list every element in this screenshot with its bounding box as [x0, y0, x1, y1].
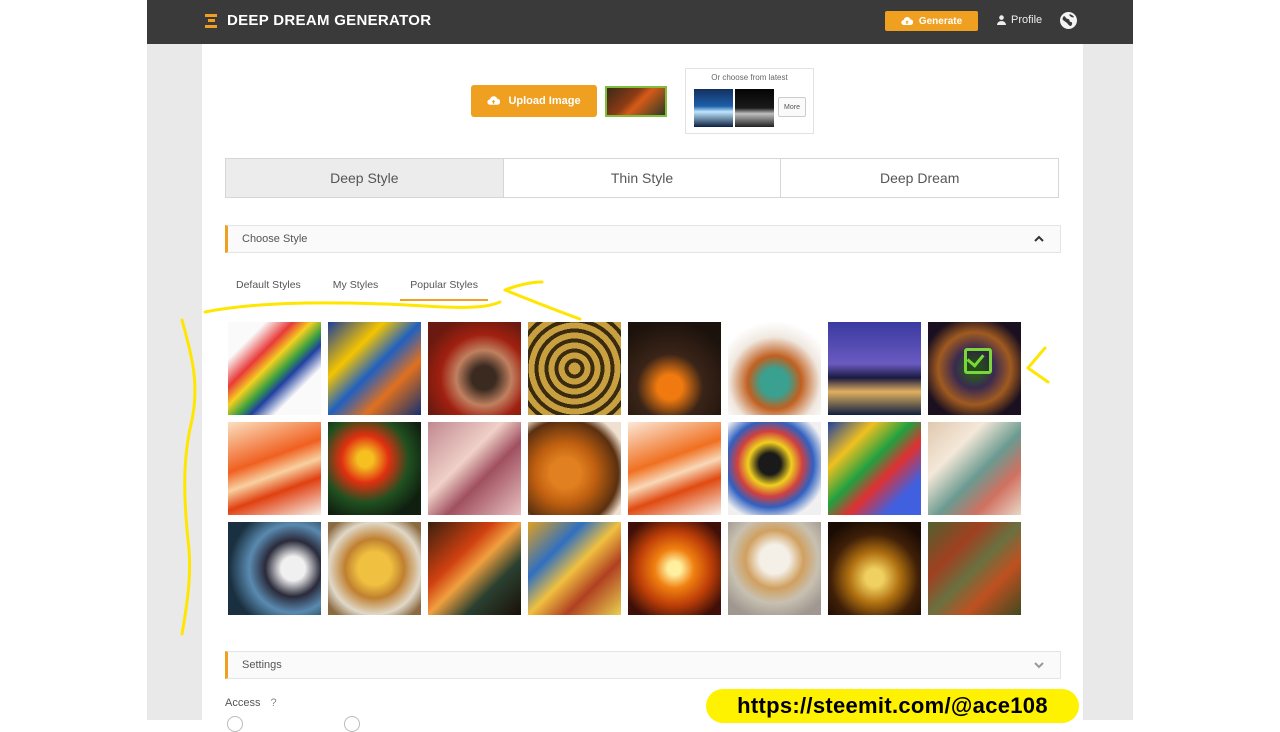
- access-setting: Access ?: [225, 697, 277, 709]
- watermark-url: https://steemit.com/@ace108: [706, 689, 1079, 723]
- tab-my-styles[interactable]: My Styles: [333, 279, 379, 301]
- more-latest-button[interactable]: More: [778, 97, 806, 117]
- tab-deep-style[interactable]: Deep Style: [225, 158, 504, 198]
- style-source-tabs: Default Styles My Styles Popular Styles: [236, 279, 520, 301]
- chevron-up-icon: [1034, 235, 1044, 242]
- latest-images-label: Or choose from latest: [711, 73, 788, 82]
- style-thumbnail[interactable]: [328, 422, 421, 515]
- tab-thin-style[interactable]: Thin Style: [503, 158, 782, 198]
- latest-images-box: Or choose from latest More: [685, 68, 814, 134]
- style-thumbnail[interactable]: [928, 422, 1021, 515]
- user-icon: [997, 15, 1006, 25]
- style-thumbnail[interactable]: [828, 322, 921, 415]
- top-nav-bar: DEEP DREAM GENERATOR Generate Profile: [147, 0, 1133, 44]
- access-radio-public[interactable]: [227, 716, 243, 732]
- settings-title: Settings: [242, 659, 282, 671]
- style-thumbnail[interactable]: [228, 522, 321, 615]
- generate-button[interactable]: Generate: [885, 11, 978, 31]
- style-thumbnail[interactable]: [828, 522, 921, 615]
- tab-popular-styles[interactable]: Popular Styles: [400, 279, 488, 301]
- access-radio-private[interactable]: [344, 716, 360, 732]
- latest-image-thumbnail[interactable]: [735, 89, 774, 127]
- chevron-down-icon: [1034, 662, 1044, 669]
- style-thumbnail[interactable]: [528, 522, 621, 615]
- upload-image-button[interactable]: Upload Image: [471, 85, 597, 117]
- tab-default-styles[interactable]: Default Styles: [236, 279, 301, 301]
- choose-style-panel-header[interactable]: Choose Style: [225, 225, 1061, 253]
- style-thumbnail[interactable]: [728, 422, 821, 515]
- style-thumbnail[interactable]: [228, 322, 321, 415]
- cloud-upload-icon: [487, 96, 501, 105]
- upload-image-label: Upload Image: [508, 95, 581, 107]
- style-thumbnail[interactable]: [528, 422, 621, 515]
- brand-logo[interactable]: DEEP DREAM GENERATOR: [205, 12, 431, 29]
- logo-icon: [205, 13, 217, 28]
- style-thumbnail-grid: [228, 322, 1028, 615]
- settings-panel-header[interactable]: Settings: [225, 651, 1061, 679]
- style-thumbnail[interactable]: [628, 522, 721, 615]
- tab-deep-dream[interactable]: Deep Dream: [781, 158, 1060, 198]
- style-thumbnail[interactable]: [428, 422, 521, 515]
- style-thumbnail[interactable]: [728, 522, 821, 615]
- brand-name: DEEP DREAM GENERATOR: [227, 12, 432, 29]
- style-thumbnail[interactable]: [928, 522, 1021, 615]
- language-globe-icon[interactable]: [1060, 12, 1077, 29]
- latest-image-thumbnail[interactable]: [694, 89, 733, 127]
- style-thumbnail[interactable]: [428, 522, 521, 615]
- style-thumbnail[interactable]: [628, 322, 721, 415]
- cloud-upload-icon: [901, 16, 913, 25]
- style-thumbnail-selected[interactable]: [928, 322, 1021, 415]
- help-icon[interactable]: ?: [270, 697, 276, 709]
- generate-label: Generate: [918, 15, 963, 27]
- profile-link[interactable]: Profile: [997, 14, 1042, 26]
- style-thumbnail[interactable]: [228, 422, 321, 515]
- style-thumbnail[interactable]: [328, 522, 421, 615]
- style-thumbnail[interactable]: [328, 322, 421, 415]
- choose-style-title: Choose Style: [242, 233, 308, 245]
- style-thumbnail[interactable]: [628, 422, 721, 515]
- profile-label: Profile: [1011, 14, 1043, 26]
- style-thumbnail[interactable]: [728, 322, 821, 415]
- generator-mode-tabs: Deep Style Thin Style Deep Dream: [225, 158, 1060, 198]
- uploaded-image-thumbnail[interactable]: [605, 86, 667, 117]
- style-thumbnail[interactable]: [828, 422, 921, 515]
- style-thumbnail[interactable]: [528, 322, 621, 415]
- style-thumbnail[interactable]: [428, 322, 521, 415]
- access-label: Access: [225, 697, 261, 709]
